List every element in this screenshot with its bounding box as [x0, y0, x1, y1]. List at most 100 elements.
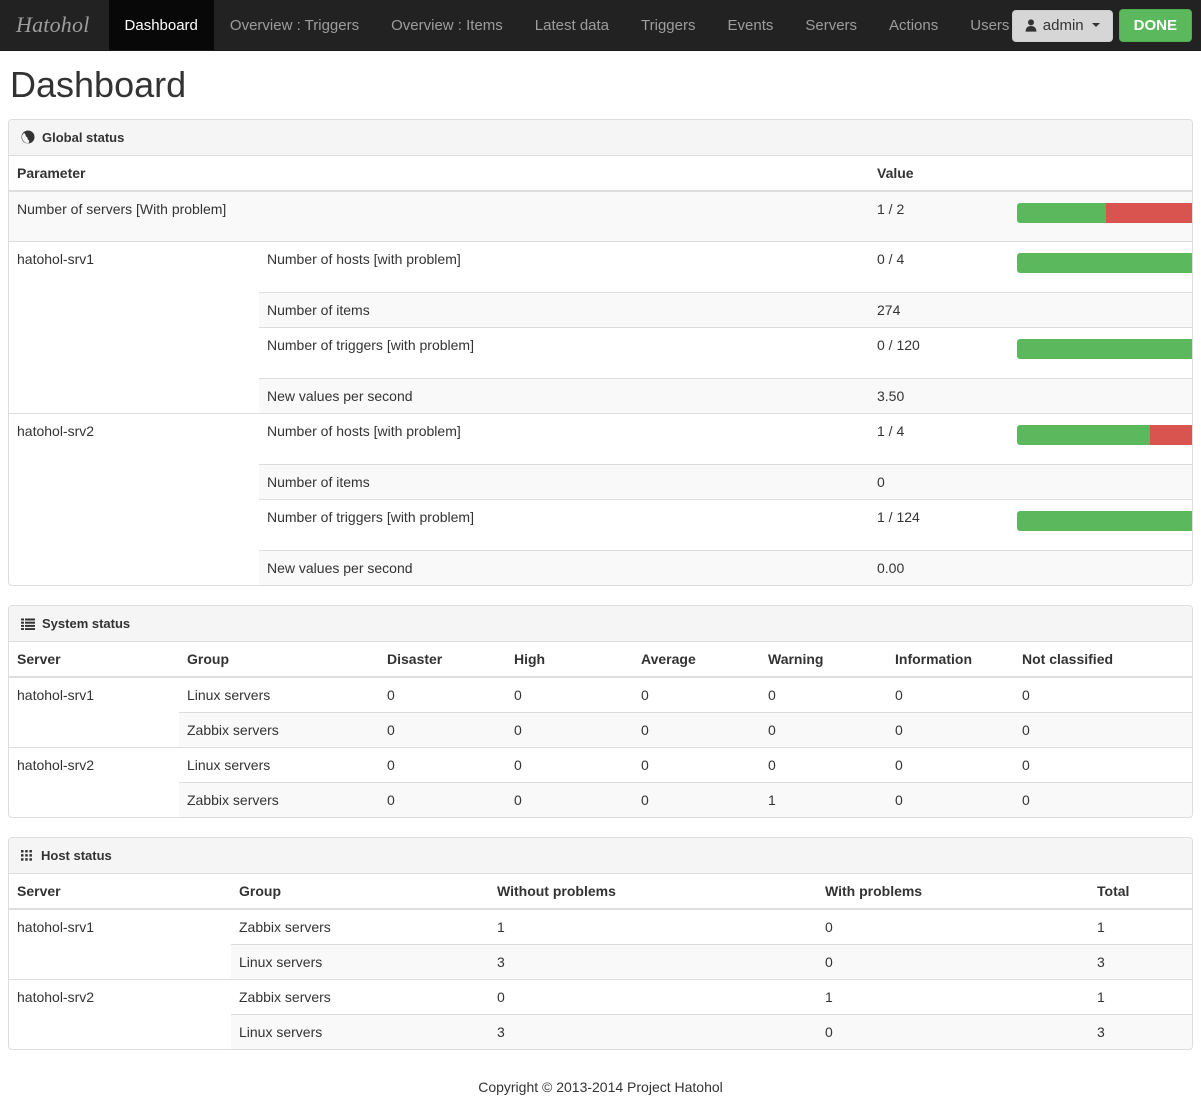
server-name-cell: hatohol-srv1: [9, 677, 179, 748]
column-header-information: Information: [887, 642, 1014, 677]
host-status-heading: Host status: [9, 838, 1192, 874]
metric-value-cell: 0: [760, 677, 887, 713]
metric-value-cell: 0: [633, 677, 760, 713]
brand-logo[interactable]: Hatohol: [0, 0, 109, 50]
metric-value-cell: 0: [379, 748, 506, 783]
metric-value-cell: 0: [379, 713, 506, 748]
status-progress-bar: [1017, 253, 1193, 273]
progress-segment-problem: [1150, 425, 1193, 445]
table-row: hatohol-srv2Linux servers000000: [9, 748, 1192, 783]
globe-icon: [21, 130, 35, 144]
metric-value-cell: 0: [760, 713, 887, 748]
status-progress-bar: [1017, 511, 1193, 531]
column-header-total: Total: [1089, 874, 1192, 909]
metric-value-cell: 0: [817, 1015, 1089, 1050]
parameter-value-cell: 274: [869, 293, 1009, 328]
metric-value-cell: 0: [817, 945, 1089, 980]
empty-bar-cell: [1009, 293, 1192, 328]
group-name-cell: Zabbix servers: [179, 783, 379, 818]
page-title: Dashboard: [10, 65, 1193, 105]
table-row: Zabbix servers000000: [9, 713, 1192, 748]
metric-value-cell: 0: [506, 783, 633, 818]
group-name-cell: Zabbix servers: [231, 909, 489, 945]
column-header-without-problems: Without problems: [489, 874, 817, 909]
nav-item-dashboard[interactable]: Dashboard: [109, 0, 214, 50]
metric-value-cell: 0: [1014, 713, 1192, 748]
global-status-table: Parameter Value Number of servers [With …: [9, 156, 1192, 586]
metric-value-cell: 1: [1089, 909, 1192, 945]
server-name-cell: hatohol-srv1: [9, 909, 231, 980]
progress-segment-ok: [1017, 425, 1150, 445]
group-name-cell: Zabbix servers: [179, 713, 379, 748]
main-nav: DashboardOverview : TriggersOverview : I…: [109, 0, 1026, 50]
nav-item-actions[interactable]: Actions: [873, 0, 954, 50]
group-name-cell: Linux servers: [231, 945, 489, 980]
column-header-server: Server: [9, 874, 231, 909]
table-row: hatohol-srv1Number of hosts [with proble…: [9, 242, 1192, 293]
column-header-server: Server: [9, 642, 179, 677]
group-name-cell: Zabbix servers: [231, 980, 489, 1015]
metric-value-cell: 3: [489, 945, 817, 980]
server-name-cell: hatohol-srv2: [9, 748, 179, 818]
done-button[interactable]: DONE: [1119, 9, 1192, 42]
server-name-cell: hatohol-srv2: [9, 980, 231, 1050]
system-status-heading: System status: [9, 606, 1192, 642]
parameter-value-cell: 0 / 4: [869, 242, 1009, 293]
column-header-with-problems: With problems: [817, 874, 1089, 909]
nav-item-latest-data[interactable]: Latest data: [519, 0, 625, 50]
system-status-header-row: ServerGroupDisasterHighAverageWarningInf…: [9, 642, 1192, 677]
top-navbar: Hatohol DashboardOverview : TriggersOver…: [0, 0, 1201, 51]
parameter-value-cell: 3.50: [869, 379, 1009, 414]
parameter-value-cell: 0.00: [869, 551, 1009, 586]
metric-value-cell: 0: [633, 783, 760, 818]
metric-value-cell: 0: [1014, 783, 1192, 818]
nav-item-overview-triggers[interactable]: Overview : Triggers: [214, 0, 375, 50]
progress-segment-problem: [1106, 203, 1194, 223]
metric-value-cell: 0: [887, 748, 1014, 783]
parameter-value-cell: 0 / 120: [869, 328, 1009, 379]
empty-bar-cell: [1009, 465, 1192, 500]
parameter-value-cell: 1 / 124: [869, 500, 1009, 551]
status-progress-bar: [1017, 203, 1193, 223]
column-header-high: High: [506, 642, 633, 677]
column-header-disaster: Disaster: [379, 642, 506, 677]
global-status-panel: Global status Parameter Value Number of …: [8, 119, 1193, 587]
metric-value-cell: 0: [887, 677, 1014, 713]
global-summary-parameter: Number of servers [With problem]: [9, 191, 869, 242]
table-row: hatohol-srv1Linux servers000000: [9, 677, 1192, 713]
metric-value-cell: 1: [760, 783, 887, 818]
table-row: Zabbix servers000100: [9, 783, 1192, 818]
parameter-name-cell: Number of hosts [with problem]: [259, 242, 869, 293]
progress-bar-cell: [1009, 328, 1192, 379]
nav-item-triggers[interactable]: Triggers: [625, 0, 711, 50]
metric-value-cell: 0: [506, 748, 633, 783]
parameter-name-cell: Number of triggers [with problem]: [259, 328, 869, 379]
table-row: hatohol-srv2Number of hosts [with proble…: [9, 414, 1192, 465]
global-status-heading: Global status: [9, 120, 1192, 156]
user-icon: [1025, 19, 1037, 32]
table-row: hatohol-srv2Zabbix servers011: [9, 980, 1192, 1015]
metric-value-cell: 1: [817, 980, 1089, 1015]
progress-bar-cell: [1009, 242, 1192, 293]
nav-item-overview-items[interactable]: Overview : Items: [375, 0, 519, 50]
nav-item-events[interactable]: Events: [712, 0, 790, 50]
navbar-right-actions: admin DONE: [1012, 0, 1192, 51]
metric-value-cell: 0: [1014, 677, 1192, 713]
column-header-average: Average: [633, 642, 760, 677]
column-header-group: Group: [231, 874, 489, 909]
progress-segment-ok: [1017, 339, 1193, 359]
metric-value-cell: 0: [489, 980, 817, 1015]
metric-value-cell: 3: [1089, 1015, 1192, 1050]
empty-bar-cell: [1009, 379, 1192, 414]
column-header-not-classified: Not classified: [1014, 642, 1192, 677]
user-menu-button[interactable]: admin: [1012, 10, 1113, 42]
empty-bar-cell: [1009, 551, 1192, 586]
parameter-name-cell: New values per second: [259, 379, 869, 414]
list-icon: [21, 618, 35, 630]
nav-item-servers[interactable]: Servers: [789, 0, 873, 50]
global-status-title: Global status: [42, 130, 124, 145]
metric-value-cell: 0: [379, 677, 506, 713]
metric-value-cell: 0: [506, 677, 633, 713]
metric-value-cell: 0: [817, 909, 1089, 945]
host-status-table: ServerGroupWithout problemsWith problems…: [9, 874, 1192, 1049]
